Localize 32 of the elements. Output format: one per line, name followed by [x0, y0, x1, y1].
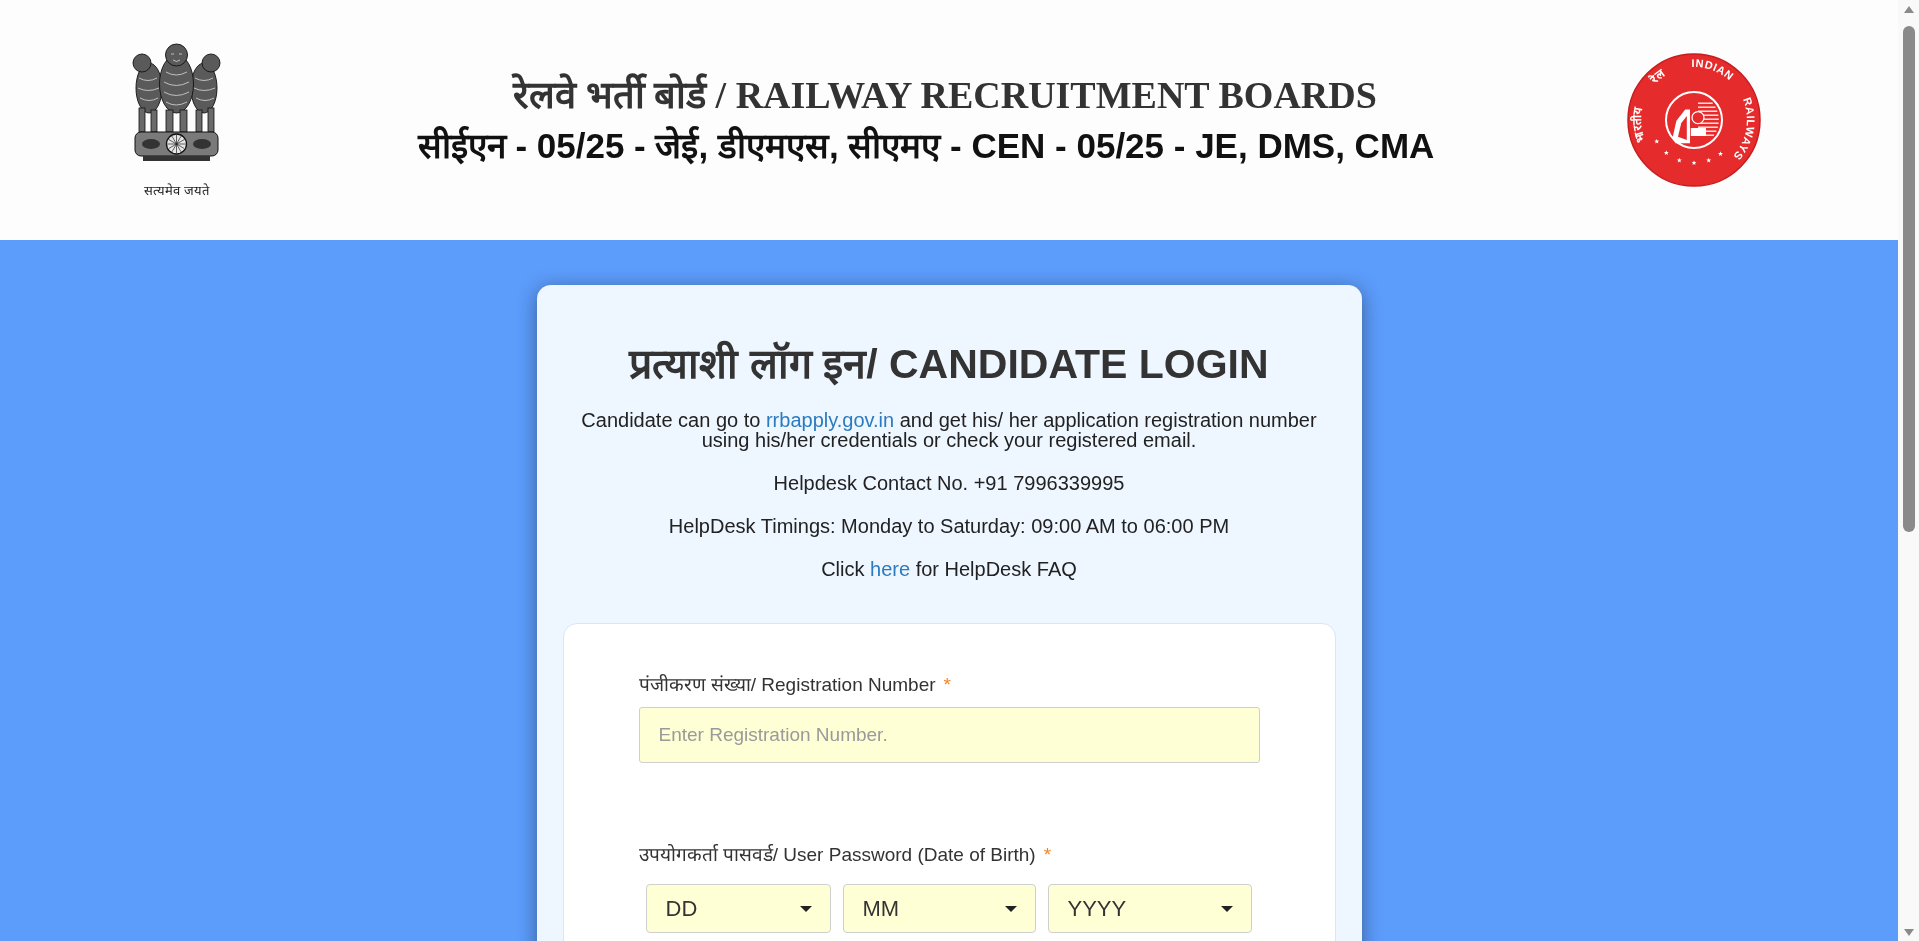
scrollbar-thumb[interactable]	[1902, 26, 1915, 532]
star-icon	[1663, 150, 1669, 156]
field-label: उपयोगकर्ता पासवर्ड/ User Password (Date of Birth)	[638, 843, 1036, 867]
login-title: प्रत्याशी लॉग इन/ CANDIDATE LOGIN	[627, 340, 1270, 388]
info-text: HelpDesk Timings: Monday to Saturday: 09:00 AM to 06:00 PM	[667, 516, 1231, 536]
field-label: पंजीकरण संख्या/ Registration Number	[638, 673, 936, 697]
info-text: Candidate can go to rrbapply.gov.in and get his/ her application registration number using his/her credentials or check your registered email.	[580, 410, 1318, 450]
scroll-down-icon[interactable]	[1903, 929, 1914, 936]
header-title: रेलवे भर्ती बोर्ड / RAILWAY RECRUITMENT BOARDS	[513, 73, 1377, 117]
link[interactable]: rrbapply.gov.in	[765, 409, 895, 431]
required-mark: *	[1043, 843, 1052, 867]
locomotive-drawing	[1665, 91, 1723, 149]
dropdown[interactable]: MM	[842, 884, 1036, 933]
star-icon	[1706, 157, 1712, 163]
emblem-caption: सत्यमेव जयते	[144, 183, 209, 198]
star-icon	[1654, 138, 1660, 144]
star-icon	[1691, 160, 1697, 166]
star-icon	[1718, 151, 1723, 156]
star-icon	[1676, 157, 1682, 163]
header-subtitle: सीईएन - 05/25 - जेई, डीएमएस, सीएमए - CEN - 05/25 - JE, DMS, CMA	[417, 126, 1435, 166]
dropdown[interactable]: DD	[645, 884, 831, 933]
dropdown[interactable]: YYYY	[1047, 884, 1252, 933]
caret-icon	[1004, 905, 1017, 912]
caret-icon	[799, 905, 812, 912]
link[interactable]: here	[870, 558, 911, 580]
info-text: Click here for HelpDesk FAQ	[820, 559, 1078, 579]
info-text: Helpdesk Contact No. +91 7996339995	[772, 473, 1126, 493]
required-mark: *	[943, 673, 951, 697]
caret-icon	[1220, 905, 1233, 912]
registration-input[interactable]: Enter Registration Number.	[638, 707, 1260, 763]
scroll-up-icon[interactable]	[1903, 6, 1914, 13]
logo-text: रेल	[1647, 66, 1668, 87]
